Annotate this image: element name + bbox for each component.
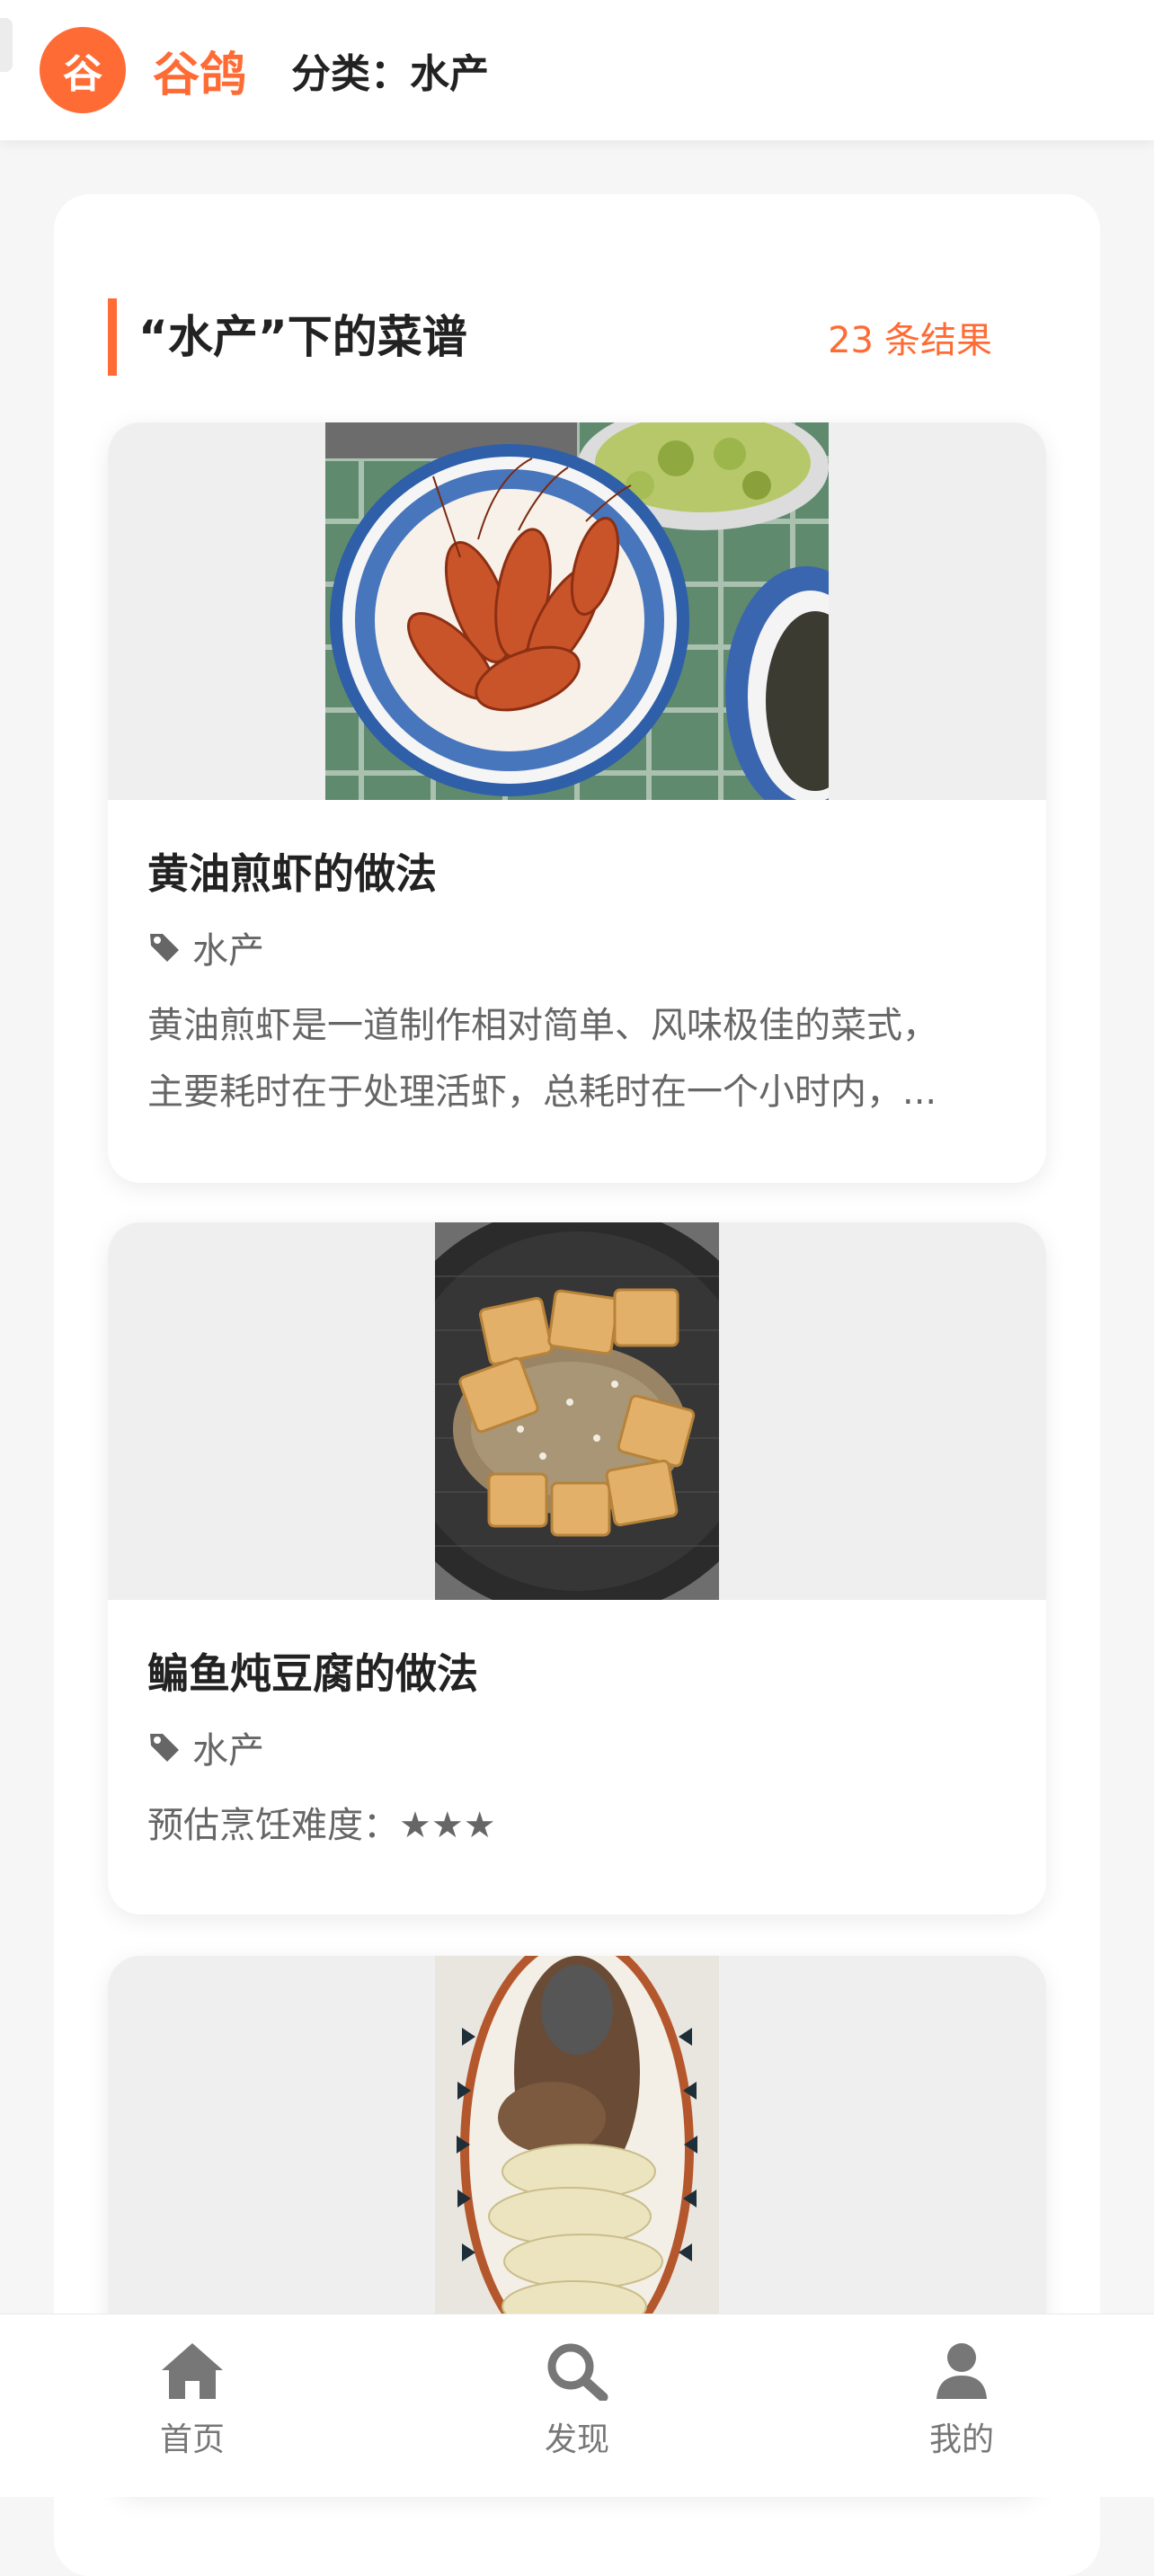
difficulty-label: 预估烹饪难度： [147, 1805, 399, 1846]
logo-char: 谷 [63, 51, 102, 97]
brand-name[interactable]: 谷鸽 [153, 37, 246, 104]
bottom-nav: 首页 发现 我的 [0, 2314, 1154, 2497]
page-title: 分类：水产 [291, 51, 490, 97]
app-logo[interactable]: 谷 [40, 27, 126, 113]
recipe-title[interactable]: 鳊鱼炖豆腐的做法 [147, 1645, 1007, 1702]
home-icon [162, 2343, 223, 2399]
recipe-image[interactable] [108, 422, 1046, 800]
nav-mine[interactable]: 我的 [769, 2314, 1154, 2497]
nav-home[interactable]: 首页 [0, 2314, 385, 2497]
recipe-card[interactable]: 鳊鱼炖豆腐的做法 水产 预估烹饪难度：★★★ [108, 1222, 1046, 1914]
nav-home-label: 首页 [159, 2421, 225, 2458]
recipe-title[interactable]: 黄油煎虾的做法 [147, 845, 1007, 902]
recipe-image[interactable] [108, 1222, 1046, 1600]
recipe-difficulty: 预估烹饪难度：★★★ [147, 1792, 1007, 1859]
shrimp-dish-photo [325, 422, 829, 800]
section-header: “水产”下的菜谱 23 条结果 [108, 297, 992, 378]
recipe-category: 水产 [147, 1722, 1007, 1772]
recipe-category-label: 水产 [192, 1730, 264, 1772]
section-title: “水产”下的菜谱 [108, 298, 467, 376]
recipe-description-line: 黄油煎虾是一道制作相对简单、风味极佳的菜式， [147, 1005, 938, 1046]
tag-icon [150, 1734, 179, 1762]
recipe-category-label: 水产 [192, 930, 264, 972]
nav-discover[interactable]: 发现 [385, 2314, 769, 2497]
recipe-image[interactable] [108, 1956, 1046, 2333]
fish-tofu-photo [435, 1222, 719, 1600]
result-count-suffix: 条结果 [884, 320, 992, 361]
nav-discover-label: 发现 [544, 2421, 609, 2458]
recipe-card[interactable]: 黄油煎虾的做法 水产 黄油煎虾是一道制作相对简单、风味极佳的菜式， 主要耗时在于… [108, 422, 1046, 1183]
recipe-category: 水产 [147, 922, 1007, 973]
top-header: 谷 谷鸽 分类：水产 [0, 0, 1154, 140]
result-count: 23 条结果 [828, 311, 992, 363]
result-count-number: 23 [828, 320, 874, 361]
search-icon [547, 2343, 608, 2401]
tag-icon [150, 934, 179, 962]
user-icon [937, 2343, 987, 2399]
recipe-description: 黄油煎虾是一道制作相对简单、风味极佳的菜式， 主要耗时在于处理活虾，总耗时在一个… [147, 992, 1007, 1125]
back-edge-tab[interactable] [0, 18, 13, 72]
fish-cabbage-photo [435, 1956, 719, 2333]
nav-mine-label: 我的 [928, 2421, 994, 2458]
recipe-description-line: 主要耗时在于处理活虾，总耗时在一个小时内，... [147, 1071, 937, 1113]
difficulty-stars: ★★★ [399, 1805, 496, 1846]
